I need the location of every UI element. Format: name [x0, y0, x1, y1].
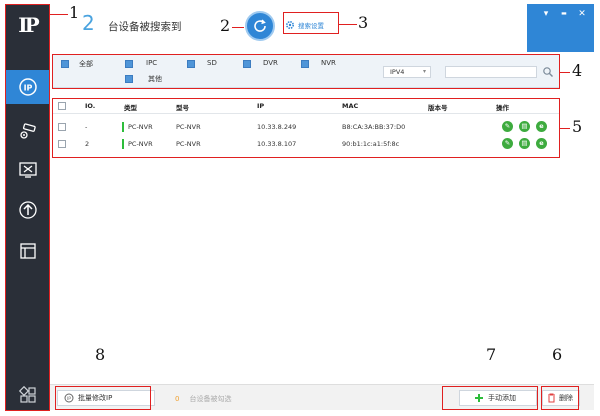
- ip-version-select[interactable]: IPV4 ▾: [383, 66, 431, 78]
- annotation-6: 6: [552, 345, 563, 364]
- table-header: IO. 类型 型号 IP MAC 版本号 操作: [52, 98, 560, 114]
- row-model: PC-NVR: [176, 123, 201, 131]
- window-controls: ▾ ▬ ✕: [527, 4, 594, 52]
- annotation-4: 4: [572, 61, 583, 80]
- annotation-5: 5: [572, 117, 583, 136]
- device-count: 2: [82, 11, 95, 35]
- row-model: PC-NVR: [176, 140, 201, 148]
- row-no: 2: [85, 140, 90, 148]
- plus-icon: [475, 394, 483, 402]
- selected-count: 0: [175, 395, 180, 403]
- filter-ipc-label: IPC: [146, 59, 158, 67]
- annotation-leader-3: [339, 24, 357, 26]
- search-settings-label: 搜索设置: [298, 21, 324, 30]
- col-version: 版本号: [428, 104, 448, 112]
- device-count-label: 台设备被搜索到: [108, 21, 182, 33]
- table-row[interactable]: 2 PC-NVR PC-NVR 10.33.8.107 90:b1:1c:a1:…: [52, 136, 560, 152]
- col-type: 类型: [124, 104, 137, 112]
- tools-icon[interactable]: [6, 153, 49, 187]
- row-mac: B8:CA:3A:BB:37:D0: [342, 123, 406, 131]
- row-type: PC-NVR: [128, 140, 153, 148]
- svg-text:IP: IP: [23, 84, 32, 93]
- row-checkbox[interactable]: [58, 123, 66, 131]
- col-model: 型号: [176, 104, 189, 112]
- camera-settings-icon[interactable]: [6, 114, 49, 148]
- manual-add-button[interactable]: 手动添加: [459, 390, 537, 406]
- minimize-icon[interactable]: ▬: [557, 8, 571, 20]
- chevron-down-icon: ▾: [422, 68, 426, 75]
- filter-all-label: 全部: [79, 60, 93, 68]
- search-icon[interactable]: [542, 66, 554, 78]
- edit-icon[interactable]: ✎: [502, 121, 513, 132]
- online-indicator: [122, 139, 124, 149]
- config-icon[interactable]: ▤: [519, 121, 530, 132]
- apps-icon[interactable]: [6, 378, 49, 412]
- col-mac: MAC: [342, 102, 359, 110]
- annotation-2: 2: [220, 16, 231, 35]
- ip-edit-icon: IP: [64, 393, 74, 403]
- row-ip: 10.33.8.249: [257, 123, 297, 131]
- search-settings-button[interactable]: 搜索设置: [285, 16, 324, 33]
- select-all-checkbox[interactable]: [58, 102, 66, 110]
- gear-icon: [285, 20, 295, 29]
- delete-button[interactable]: 删除: [542, 390, 580, 406]
- filter-nvr-checkbox[interactable]: [301, 60, 309, 68]
- device-table: IO. 类型 型号 IP MAC 版本号 操作 - PC-NVR PC-NVR …: [52, 98, 560, 158]
- table-row[interactable]: - PC-NVR PC-NVR 10.33.8.249 B8:CA:3A:BB:…: [52, 119, 560, 135]
- annotation-leader-1: [50, 14, 68, 16]
- annotation-leader-4: [560, 72, 570, 74]
- filter-other-checkbox[interactable]: [125, 75, 133, 83]
- filter-ipc-checkbox[interactable]: [125, 60, 133, 68]
- annotation-8: 8: [95, 345, 106, 364]
- edit-icon[interactable]: ✎: [502, 138, 513, 149]
- annotation-leader-2: [232, 27, 244, 29]
- close-icon[interactable]: ✕: [575, 8, 589, 20]
- filter-all-checkbox[interactable]: [61, 60, 69, 68]
- refresh-icon: [254, 19, 266, 32]
- svg-text:IP: IP: [67, 396, 71, 402]
- manual-add-label: 手动添加: [488, 394, 516, 402]
- app-logo: IP: [18, 13, 39, 37]
- row-no: -: [85, 123, 88, 131]
- filter-sd-checkbox[interactable]: [187, 60, 195, 68]
- sidebar: IP IP: [6, 4, 49, 410]
- ip-search-tool: IP IP 2 台设备被搜索到 搜索设置 ▾ ▬ ✕ 全部 IPC SD DVR…: [0, 0, 600, 416]
- search-input[interactable]: [445, 66, 537, 78]
- selected-text: 台设备被勾选: [189, 395, 232, 403]
- annotation-1: 1: [69, 3, 80, 22]
- ip-search-icon[interactable]: IP: [6, 70, 49, 104]
- col-operation: 操作: [496, 104, 509, 112]
- trash-icon: [548, 393, 555, 403]
- filter-dvr-label: DVR: [263, 59, 278, 67]
- batch-modify-ip-label: 批量修改IP: [78, 394, 113, 402]
- config-icon[interactable]: ▤: [519, 138, 530, 149]
- device-type-filter: 全部 IPC SD DVR NVR 其他 IPV4 ▾: [52, 54, 560, 88]
- upgrade-icon[interactable]: [6, 193, 49, 227]
- filter-sd-label: SD: [207, 59, 217, 67]
- filter-other-label: 其他: [148, 75, 162, 83]
- online-indicator: [122, 122, 124, 132]
- filter-nvr-label: NVR: [321, 59, 336, 67]
- filter-dvr-checkbox[interactable]: [243, 60, 251, 68]
- annotation-3: 3: [358, 13, 369, 32]
- refresh-button[interactable]: [245, 11, 275, 41]
- row-mac: 90:b1:1c:a1:5f:8c: [342, 140, 400, 148]
- window-list-icon[interactable]: [6, 234, 49, 268]
- menu-dropdown-icon[interactable]: ▾: [539, 8, 553, 20]
- col-no: IO.: [85, 102, 96, 110]
- row-type: PC-NVR: [128, 123, 153, 131]
- annotation-7: 7: [486, 345, 497, 364]
- row-checkbox[interactable]: [58, 140, 66, 148]
- web-icon[interactable]: e: [536, 121, 547, 132]
- batch-modify-ip-button[interactable]: IP 批量修改IP: [57, 390, 155, 406]
- annotation-leader-5: [560, 128, 570, 130]
- row-ip: 10.33.8.107: [257, 140, 297, 148]
- delete-label: 删除: [559, 394, 573, 402]
- bottom-toolbar: IP 批量修改IP 0 台设备被勾选 手动添加 删除: [49, 384, 594, 410]
- selection-status: 0 台设备被勾选: [175, 394, 231, 404]
- web-icon[interactable]: e: [536, 138, 547, 149]
- col-ip: IP: [257, 102, 265, 110]
